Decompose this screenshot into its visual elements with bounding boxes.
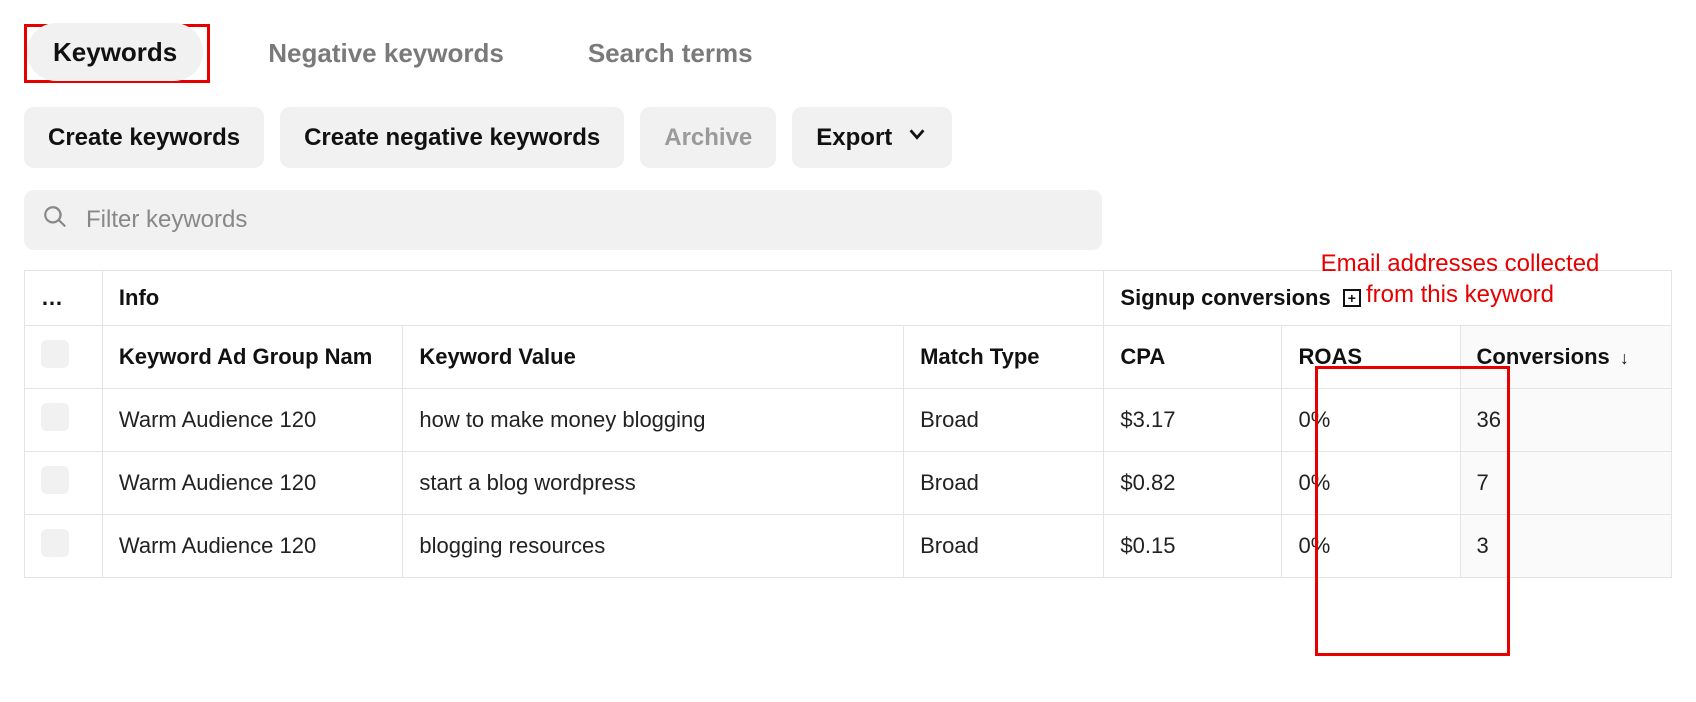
action-bar: Create keywords Create negative keywords… xyxy=(24,107,1672,168)
header-signup-label: Signup conversions xyxy=(1120,285,1330,310)
cell-ad-group: Warm Audience 120 xyxy=(102,389,402,452)
tab-keywords[interactable]: Keywords xyxy=(27,23,203,81)
cell-roas: 0% xyxy=(1282,389,1460,452)
keywords-table: … Info Signup conversions + Keyword Ad G… xyxy=(24,270,1672,578)
table-row[interactable]: Warm Audience 120 how to make money blog… xyxy=(25,389,1672,452)
cell-roas: 0% xyxy=(1282,515,1460,578)
select-all-cell[interactable] xyxy=(25,326,103,389)
cell-keyword-value: blogging resources xyxy=(403,515,904,578)
cell-match-type: Broad xyxy=(904,515,1104,578)
sort-desc-icon: ↓ xyxy=(1620,348,1629,368)
header-match-type[interactable]: Match Type xyxy=(904,326,1104,389)
row-checkbox[interactable] xyxy=(41,529,69,557)
create-negative-keywords-button[interactable]: Create negative keywords xyxy=(280,107,624,168)
cell-keyword-value: start a blog wordpress xyxy=(403,452,904,515)
cell-cpa: $3.17 xyxy=(1104,389,1282,452)
header-roas[interactable]: ROAS xyxy=(1282,326,1460,389)
cell-conversions: 7 xyxy=(1460,452,1671,515)
export-button[interactable]: Export xyxy=(792,107,952,168)
header-conversions-label: Conversions xyxy=(1477,344,1610,369)
tab-search-terms[interactable]: Search terms xyxy=(562,24,779,83)
cell-ad-group: Warm Audience 120 xyxy=(102,452,402,515)
select-all-checkbox[interactable] xyxy=(41,340,69,368)
cell-keyword-value: how to make money blogging xyxy=(403,389,904,452)
create-keywords-button[interactable]: Create keywords xyxy=(24,107,264,168)
annotation-text: Email addresses collected from this keyw… xyxy=(1320,248,1600,310)
filter-input[interactable] xyxy=(86,206,1084,234)
cell-conversions: 36 xyxy=(1460,389,1671,452)
cell-roas: 0% xyxy=(1282,452,1460,515)
tab-negative-keywords[interactable]: Negative keywords xyxy=(242,24,530,83)
cell-conversions: 3 xyxy=(1460,515,1671,578)
cell-match-type: Broad xyxy=(904,389,1104,452)
table-row[interactable]: Warm Audience 120 start a blog wordpress… xyxy=(25,452,1672,515)
header-cpa[interactable]: CPA xyxy=(1104,326,1282,389)
chevron-down-icon xyxy=(906,123,928,152)
tab-bar: Keywords Negative keywords Search terms xyxy=(24,24,1672,83)
cell-ad-group: Warm Audience 120 xyxy=(102,515,402,578)
filter-bar[interactable] xyxy=(24,190,1102,250)
row-checkbox[interactable] xyxy=(41,403,69,431)
export-label: Export xyxy=(816,124,892,152)
archive-button[interactable]: Archive xyxy=(640,107,776,168)
table-row[interactable]: Warm Audience 120 blogging resources Bro… xyxy=(25,515,1672,578)
row-checkbox[interactable] xyxy=(41,466,69,494)
highlight-box-tab: Keywords xyxy=(24,24,210,83)
cell-cpa: $0.15 xyxy=(1104,515,1282,578)
cell-match-type: Broad xyxy=(904,452,1104,515)
header-keyword-value[interactable]: Keyword Value xyxy=(403,326,904,389)
header-conversions[interactable]: Conversions ↓ xyxy=(1460,326,1671,389)
column-options[interactable]: … xyxy=(25,271,103,326)
header-ad-group[interactable]: Keyword Ad Group Nam xyxy=(102,326,402,389)
cell-cpa: $0.82 xyxy=(1104,452,1282,515)
header-info-group: Info xyxy=(102,271,1104,326)
search-icon xyxy=(42,204,68,236)
